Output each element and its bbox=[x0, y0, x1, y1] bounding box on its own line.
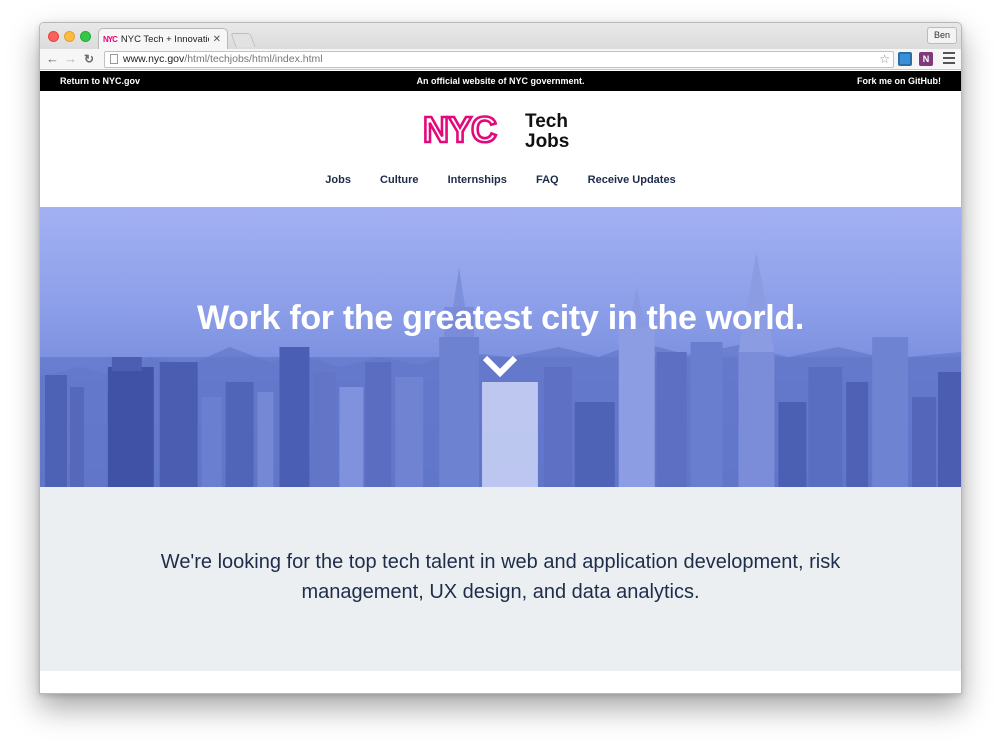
intro-section: We're looking for the top tech talent in… bbox=[40, 487, 961, 671]
menu-icon[interactable] bbox=[943, 52, 955, 67]
nav-item-jobs[interactable]: Jobs bbox=[325, 174, 351, 186]
web-page: Return to NYC.gov An official website of… bbox=[40, 71, 961, 693]
main-nav: Jobs Culture Internships FAQ Receive Upd… bbox=[40, 174, 961, 186]
browser-window: NYC NYC Tech + Innovation Jobs ✕ Ben ← →… bbox=[39, 22, 962, 694]
browser-tab[interactable]: NYC NYC Tech + Innovation Jobs ✕ bbox=[98, 28, 228, 50]
url-host: www.nyc.gov bbox=[123, 53, 185, 65]
nav-item-receive-updates[interactable]: Receive Updates bbox=[588, 174, 676, 186]
logo-tech-text: Tech bbox=[525, 111, 568, 132]
back-arrow-icon[interactable]: ← bbox=[46, 51, 59, 67]
nav-item-internships[interactable]: Internships bbox=[448, 174, 507, 186]
profile-button[interactable]: Ben bbox=[926, 27, 957, 44]
new-tab-button[interactable] bbox=[230, 33, 256, 47]
github-fork-link[interactable]: Fork me on GitHub! bbox=[857, 71, 941, 91]
city-skyline-image bbox=[40, 252, 961, 487]
tab-close-icon[interactable]: ✕ bbox=[213, 34, 221, 45]
logo-nyc-mark: NYC bbox=[423, 110, 497, 150]
window-minimize-button[interactable] bbox=[64, 31, 75, 42]
star-icon[interactable]: ☆ bbox=[879, 52, 890, 67]
gov-bar: Return to NYC.gov An official website of… bbox=[40, 71, 961, 91]
window-maximize-button[interactable] bbox=[80, 31, 91, 42]
logo-jobs-text: Jobs bbox=[525, 131, 569, 150]
nyc-tech-jobs-logo[interactable]: NYC Tech Jobs bbox=[421, 110, 573, 150]
browser-toolbar: ← → ↻ www.nyc.gov/html/techjobs/html/ind… bbox=[40, 49, 961, 70]
page-icon bbox=[110, 54, 118, 64]
tab-title: NYC Tech + Innovation Jobs bbox=[120, 34, 209, 45]
nav-item-faq[interactable]: FAQ bbox=[536, 174, 559, 186]
official-website-notice: An official website of NYC government. bbox=[416, 76, 585, 86]
chevron-down-icon[interactable] bbox=[481, 353, 519, 379]
address-bar[interactable]: www.nyc.gov/html/techjobs/html/index.htm… bbox=[104, 51, 894, 68]
forward-arrow-icon[interactable]: → bbox=[64, 51, 77, 67]
hero-title: Work for the greatest city in the world. bbox=[196, 299, 805, 337]
extension-icon[interactable] bbox=[898, 52, 912, 66]
window-close-button[interactable] bbox=[48, 31, 59, 42]
url-path: /html/techjobs/html/index.html bbox=[184, 53, 323, 65]
nyc-favicon-icon: NYC bbox=[103, 35, 118, 44]
reload-icon[interactable]: ↻ bbox=[84, 51, 94, 67]
hero-banner: Work for the greatest city in the world. bbox=[40, 207, 961, 487]
onenote-icon[interactable]: N bbox=[919, 52, 933, 66]
tab-strip: NYC NYC Tech + Innovation Jobs ✕ Ben bbox=[40, 23, 961, 50]
intro-text: We're looking for the top tech talent in… bbox=[160, 551, 841, 603]
nav-item-culture[interactable]: Culture bbox=[380, 174, 419, 186]
